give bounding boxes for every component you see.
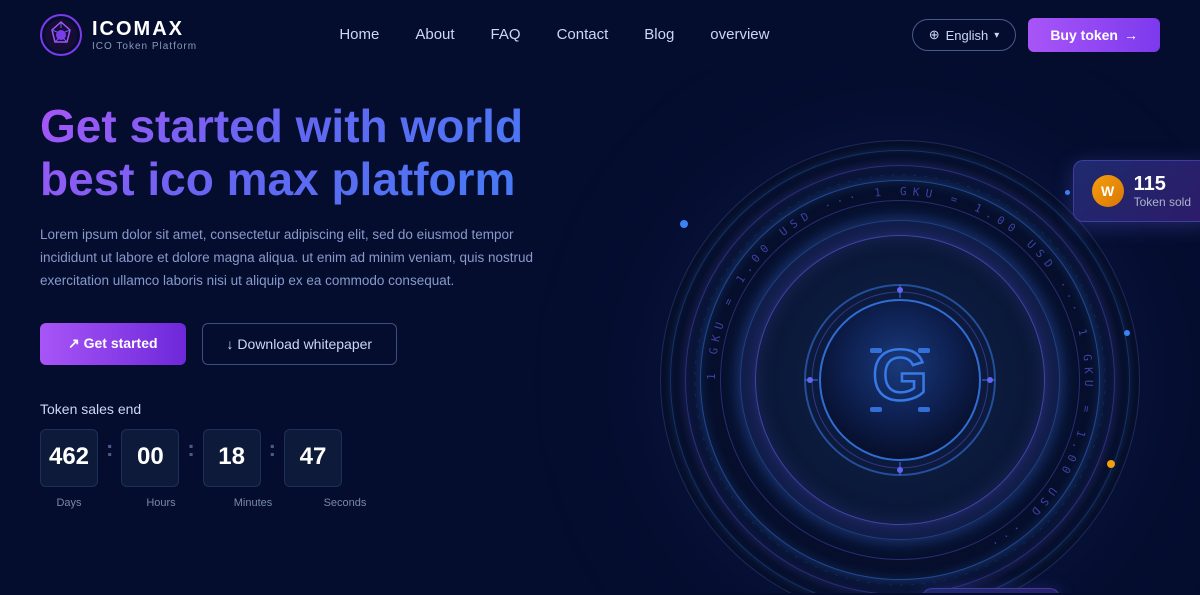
nav-right: ⊕ English ▾ Buy token → <box>912 18 1160 52</box>
get-started-button[interactable]: ↗ Get started <box>40 323 186 365</box>
dot-1 <box>680 220 688 228</box>
countdown: 462 : 00 : 18 : 47 <box>40 429 680 487</box>
download-label: ↓ Download whitepaper <box>227 336 373 352</box>
badge-icon: W <box>1101 183 1114 199</box>
countdown-hours-box: 00 <box>121 429 179 487</box>
nav-item-about[interactable]: About <box>415 26 454 44</box>
countdown-minutes-value: 18 <box>218 444 245 470</box>
hours-unit: Hours <box>146 497 175 509</box>
chevron-down-icon: ▾ <box>994 30 999 41</box>
nav-item-contact[interactable]: Contact <box>557 26 609 44</box>
hero-section: Get started with world best ico max plat… <box>0 70 1200 593</box>
logo-name: ICOMAX <box>92 18 197 41</box>
seconds-unit: Seconds <box>324 497 367 509</box>
navbar: ICOMAX ICO Token Platform Home About FAQ… <box>0 0 1200 70</box>
countdown-minutes-box: 18 <box>203 429 261 487</box>
minutes-unit: Minutes <box>234 497 273 509</box>
hero-title: Get started with world best ico max plat… <box>40 100 620 206</box>
dot-2 <box>1124 330 1130 336</box>
token-sold-info: 115 Token sold <box>1134 173 1191 209</box>
token-sold-badge: W <box>1092 175 1124 207</box>
hero-left: Get started with world best ico max plat… <box>40 80 680 593</box>
token-sold-card: W 115 Token sold <box>1073 160 1200 222</box>
nav-item-overview[interactable]: overview <box>710 26 769 44</box>
language-button[interactable]: ⊕ English ▾ <box>912 19 1017 51</box>
language-label: English <box>946 28 989 43</box>
buy-token-label: Buy token <box>1050 27 1118 43</box>
nav-item-blog[interactable]: Blog <box>644 26 674 44</box>
countdown-days-value: 462 <box>49 444 89 470</box>
nav-item-home[interactable]: Home <box>339 26 379 44</box>
svg-text:1 GKU = 1.00 USD ··· 1 GKU = 1: 1 GKU = 1.00 USD ··· 1 GKU = 1.00 USD ··… <box>705 185 1095 553</box>
dot-3 <box>1107 460 1115 468</box>
arrow-icon: → <box>1124 27 1138 43</box>
logo-subtitle: ICO Token Platform <box>92 41 197 52</box>
ring-text-svg: 1 GKU = 1.00 USD ··· 1 GKU = 1.00 USD ··… <box>675 155 1125 593</box>
countdown-hours-value: 00 <box>137 444 164 470</box>
language-icon: ⊕ <box>929 27 940 43</box>
logo-icon <box>40 14 82 56</box>
download-whitepaper-button[interactable]: ↓ Download whitepaper <box>202 323 398 365</box>
token-goal-card: W 500 Token goal <box>922 588 1060 593</box>
countdown-sep-2: : <box>185 436 196 462</box>
countdown-days-box: 462 <box>40 429 98 487</box>
nav-links: Home About FAQ Contact Blog overview <box>339 26 769 44</box>
token-sold-number: 115 <box>1134 173 1191 195</box>
nav-item-faq[interactable]: FAQ <box>491 26 521 44</box>
countdown-seconds-box: 47 <box>284 429 342 487</box>
countdown-sep-3: : <box>267 436 278 462</box>
days-unit: Days <box>56 497 81 509</box>
buy-token-button[interactable]: Buy token → <box>1028 18 1160 52</box>
countdown-seconds-value: 47 <box>300 444 327 470</box>
get-started-label: ↗ Get started <box>68 335 158 352</box>
logo: ICOMAX ICO Token Platform <box>40 14 197 56</box>
hero-description: Lorem ipsum dolor sit amet, consectetur … <box>40 224 560 293</box>
token-sold-label: Token sold <box>1134 195 1191 209</box>
token-sales-label: Token sales end <box>40 401 680 417</box>
token-sales: Token sales end 462 : 00 : 18 : <box>40 401 680 511</box>
hero-buttons: ↗ Get started ↓ Download whitepaper <box>40 323 680 365</box>
dot-4 <box>1065 190 1070 195</box>
countdown-sep-1: : <box>104 436 115 462</box>
